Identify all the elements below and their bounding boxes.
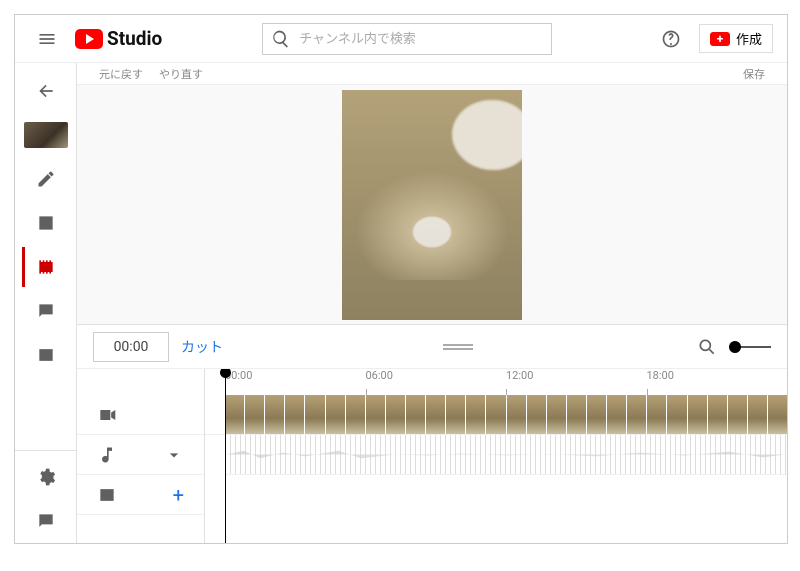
- endscreen-icon: [97, 485, 117, 505]
- comments-icon: [36, 301, 56, 321]
- editor-nav[interactable]: [22, 247, 70, 287]
- subtitles-nav[interactable]: [22, 335, 70, 375]
- gear-icon: [36, 467, 56, 487]
- hamburger-icon: [37, 29, 57, 49]
- brand-text: Studio: [107, 27, 162, 50]
- time-ruler[interactable]: 00:00 06:00 12:00 18:00: [205, 369, 787, 395]
- timeline-tracks[interactable]: 00:00 06:00 12:00 18:00: [205, 369, 787, 543]
- endscreen-track[interactable]: [205, 475, 787, 515]
- zoom-slider[interactable]: [731, 346, 771, 348]
- help-button[interactable]: [653, 21, 689, 57]
- undo-label[interactable]: 元に戻す: [99, 66, 143, 82]
- video-track[interactable]: [205, 395, 787, 435]
- create-button[interactable]: 作成: [699, 24, 773, 53]
- create-label: 作成: [736, 29, 762, 48]
- cut-button[interactable]: カット: [181, 337, 223, 357]
- current-time-box[interactable]: 00:00: [93, 332, 169, 362]
- feedback-nav[interactable]: [22, 501, 70, 541]
- video-clip[interactable]: [225, 395, 244, 434]
- youtube-icon: [75, 29, 103, 49]
- camera-icon: [97, 405, 117, 425]
- drag-handle-icon: [443, 344, 473, 350]
- details-nav[interactable]: [22, 159, 70, 199]
- search-box[interactable]: [262, 23, 552, 55]
- playhead[interactable]: [225, 369, 226, 543]
- save-label[interactable]: 保存: [743, 66, 765, 82]
- arrow-left-icon: [36, 81, 56, 101]
- help-icon: [661, 29, 681, 49]
- music-note-icon: [97, 445, 117, 465]
- panel-drag-handle[interactable]: [235, 344, 681, 350]
- add-endscreen-icon[interactable]: +: [173, 483, 184, 507]
- magnifier-icon: [697, 337, 717, 357]
- sidebar: [15, 63, 77, 543]
- search-icon: [271, 29, 291, 49]
- breadcrumb: 元に戻す やり直す 保存: [77, 63, 787, 85]
- cut-label: カット: [181, 340, 223, 356]
- create-icon: [710, 32, 730, 46]
- video-thumbnail-icon: [24, 122, 68, 148]
- feedback-icon: [36, 511, 56, 531]
- track-head-audio[interactable]: [77, 435, 204, 475]
- studio-logo[interactable]: Studio: [75, 27, 162, 50]
- menu-button[interactable]: [29, 21, 65, 57]
- current-time: 00:00: [114, 339, 149, 355]
- comments-nav[interactable]: [22, 291, 70, 331]
- ruler-tick: 18:00: [647, 369, 674, 382]
- settings-nav[interactable]: [22, 457, 70, 497]
- subtitles-icon: [36, 345, 56, 365]
- analytics-icon: [36, 213, 56, 233]
- track-head-endscreen[interactable]: +: [77, 475, 204, 515]
- preview-image: [342, 90, 522, 320]
- track-head-video[interactable]: [77, 395, 204, 435]
- ruler-tick: 06:00: [366, 369, 393, 382]
- audio-track[interactable]: [225, 435, 787, 475]
- video-thumb[interactable]: [22, 115, 70, 155]
- video-preview[interactable]: [77, 85, 787, 325]
- zoom-out-button[interactable]: [693, 333, 721, 361]
- editor-icon: [36, 257, 56, 277]
- redo-label[interactable]: やり直す: [159, 66, 203, 82]
- zoom-slider-thumb[interactable]: [729, 341, 741, 353]
- analytics-nav[interactable]: [22, 203, 70, 243]
- ruler-tick: 12:00: [506, 369, 533, 382]
- back-button[interactable]: [22, 71, 70, 111]
- pencil-icon: [36, 169, 56, 189]
- chevron-down-icon: [164, 445, 184, 465]
- search-input[interactable]: [299, 31, 543, 46]
